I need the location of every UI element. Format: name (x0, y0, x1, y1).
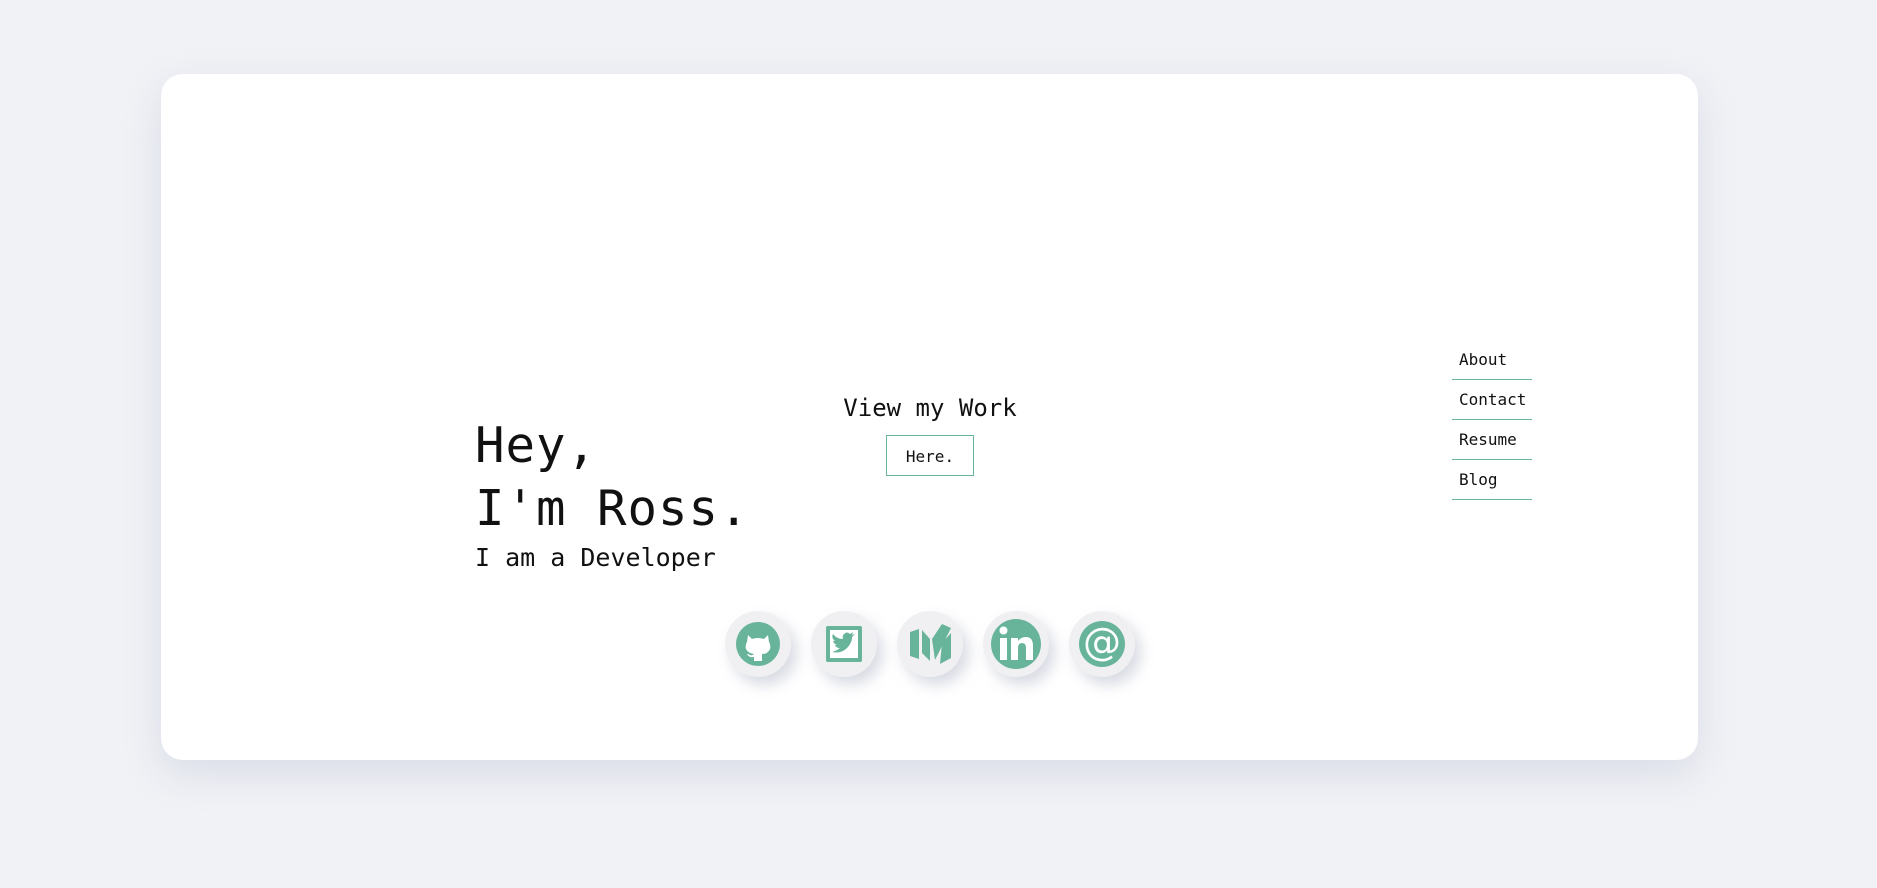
medium-link[interactable] (897, 611, 963, 677)
view-work-title: View my Work (843, 394, 1017, 422)
medium-icon (910, 624, 951, 664)
nav-item-about[interactable]: About (1452, 342, 1532, 380)
email-link[interactable]: @ (1069, 611, 1135, 677)
twitter-icon (826, 626, 862, 662)
linkedin-icon (991, 619, 1041, 669)
nav-item-blog[interactable]: Blog (1452, 462, 1532, 500)
nav-item-contact[interactable]: Contact (1452, 382, 1532, 420)
email-at-icon: @ (1079, 620, 1125, 667)
linkedin-link[interactable] (983, 611, 1049, 677)
greeting-heading: Hey, (475, 417, 598, 474)
work-section: View my Work Here. (780, 390, 1080, 476)
svg-text:@: @ (1083, 620, 1121, 664)
twitter-link[interactable] (811, 611, 877, 677)
name-heading: I'm Ross. (475, 480, 750, 537)
intro-block: Hey, I'm Ross. I am a Developer (475, 414, 750, 574)
side-nav: About Contact Resume Blog (1452, 342, 1532, 502)
view-work-button[interactable]: Here. (886, 435, 974, 476)
github-link[interactable] (725, 611, 791, 677)
nav-item-resume[interactable]: Resume (1452, 422, 1532, 460)
github-icon (736, 622, 780, 666)
role-subtitle: I am a Developer (475, 543, 716, 572)
